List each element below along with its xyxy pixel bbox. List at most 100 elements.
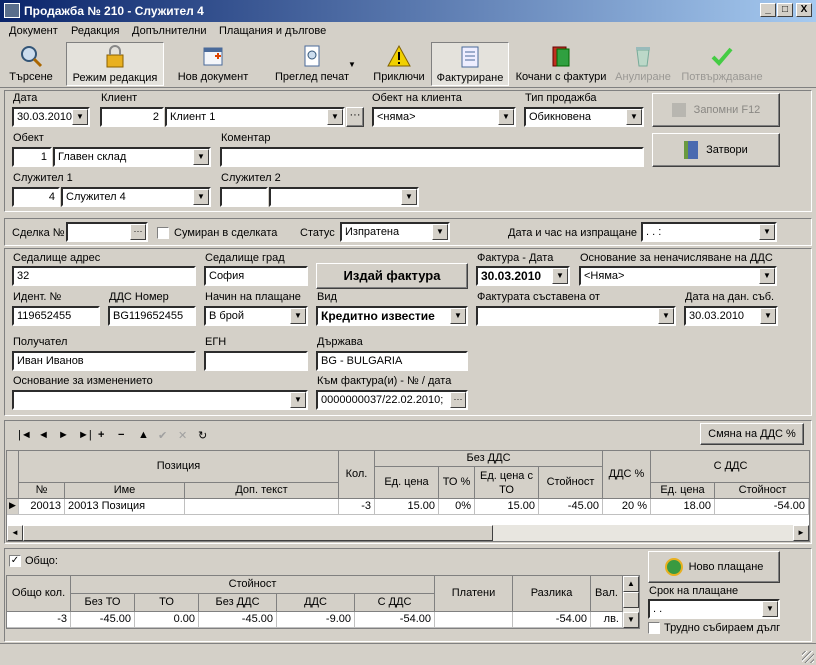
sale-type-select[interactable]: Обикновена ▼ (524, 107, 644, 127)
close-button[interactable]: Затвори (652, 133, 780, 167)
chevron-down-icon[interactable]: ▼ (762, 601, 778, 617)
new-document-button[interactable]: Нов документ (172, 42, 254, 86)
nav-up-button[interactable]: ▲ (138, 429, 149, 441)
employee2-select[interactable]: ▼ (269, 187, 419, 207)
nav-prev-button[interactable]: ◄ (38, 429, 49, 441)
client-object-select[interactable]: <няма> ▼ (372, 107, 516, 127)
invoice-date-field[interactable]: 30.03.2010 ▼ (476, 266, 570, 286)
search-button[interactable]: Търсене (4, 42, 58, 86)
chevron-down-icon[interactable]: ▼ (193, 189, 209, 205)
chevron-down-icon[interactable]: ▼ (401, 189, 417, 205)
total-checkbox[interactable]: ✓ (9, 555, 21, 567)
finish-button[interactable]: Приключи (370, 42, 428, 86)
chevron-down-icon[interactable]: ▼ (759, 224, 775, 240)
cell-no[interactable]: 20013 (19, 499, 65, 515)
horizontal-scrollbar[interactable]: ◄ ► (7, 525, 809, 541)
col-unit-vat-header[interactable]: Ед. цена (651, 483, 715, 499)
cell-unit[interactable]: 15.00 (375, 499, 439, 515)
object-id-field[interactable]: 1 (12, 147, 52, 167)
scroll-right-icon[interactable]: ► (793, 525, 809, 541)
chevron-down-icon[interactable]: ▼ (348, 60, 356, 69)
composed-by-select[interactable]: ▼ (476, 306, 676, 326)
city-field[interactable]: София (204, 266, 308, 286)
vertical-scrollbar[interactable]: ▲ ▼ (623, 576, 639, 628)
chevron-down-icon[interactable]: ▼ (290, 308, 306, 324)
issue-invoice-button[interactable]: Издай фактура (316, 263, 468, 289)
col-vatpct-header[interactable]: ДДС % (603, 451, 651, 499)
maximize-button[interactable]: □ (777, 3, 793, 17)
col-unit-to-header[interactable]: Ед. цена с ТО (475, 467, 539, 499)
invoice-type-select[interactable]: Кредитно известие ▼ (316, 306, 468, 326)
menu-payments[interactable]: Плащания и дългове (219, 25, 326, 37)
scroll-up-icon[interactable]: ▲ (623, 576, 639, 592)
close-window-button[interactable]: X (796, 3, 812, 17)
invoice-books-button[interactable]: Кочани с фактури (513, 42, 609, 86)
chevron-down-icon[interactable]: ▼ (498, 109, 514, 125)
ident-field[interactable]: 119652455 (12, 306, 100, 326)
minimize-button[interactable]: _ (760, 3, 776, 17)
invoicing-button[interactable]: Фактуриране (431, 42, 509, 86)
menu-document[interactable]: Документ (9, 25, 58, 37)
nav-cancel-button[interactable]: ✕ (178, 429, 187, 442)
client-id-field[interactable]: 2 (100, 107, 164, 127)
chevron-down-icon[interactable]: ▼ (432, 224, 448, 240)
employee1-id-field[interactable]: 4 (12, 187, 60, 207)
client-select[interactable]: Клиент 1 ▼ (165, 107, 345, 127)
scroll-thumb[interactable] (623, 592, 639, 608)
payment-method-select[interactable]: В брой ▼ (204, 306, 308, 326)
cell-name[interactable]: 20013 Позиция (65, 499, 185, 515)
summed-checkbox[interactable] (157, 227, 169, 239)
chevron-down-icon[interactable]: ▼ (759, 268, 775, 284)
col-to-header[interactable]: ТО % (439, 467, 475, 499)
to-invoice-field[interactable]: 0000000037/22.02.2010; ··· (316, 390, 468, 410)
col-value-header[interactable]: Стойност (539, 467, 603, 499)
items-grid[interactable]: Позиция № Име Доп. текст Кол. Без ДДС Ед… (6, 450, 810, 542)
chevron-down-icon[interactable]: ▼ (658, 308, 674, 324)
vat-no-field[interactable]: BG119652455 (108, 306, 196, 326)
tax-event-date-field[interactable]: 30.03.2010 ▼ (684, 306, 778, 326)
chevron-down-icon[interactable]: ▼ (327, 109, 343, 125)
date-field[interactable]: 30.03.2010 ▼ (12, 107, 90, 127)
col-name-header[interactable]: Име (65, 483, 185, 499)
scroll-thumb[interactable] (23, 525, 493, 541)
chevron-down-icon[interactable]: ▼ (72, 109, 88, 125)
chevron-down-icon[interactable]: ▼ (552, 268, 568, 284)
bad-debt-checkbox[interactable] (648, 622, 660, 634)
employee2-id-field[interactable] (220, 187, 268, 207)
deal-browse-button[interactable]: ··· (130, 224, 146, 240)
nav-add-button[interactable]: + (98, 429, 104, 441)
deal-no-field[interactable]: ··· (66, 222, 148, 242)
chevron-down-icon[interactable]: ▼ (290, 392, 306, 408)
egn-field[interactable] (204, 351, 308, 371)
status-select[interactable]: Изпратена ▼ (340, 222, 450, 242)
nav-first-button[interactable]: |◄ (18, 429, 32, 441)
print-preview-button[interactable]: Преглед печат ▼ (262, 42, 362, 86)
scroll-down-icon[interactable]: ▼ (623, 612, 639, 628)
recipient-field[interactable]: Иван Иванов (12, 351, 196, 371)
nav-delete-button[interactable]: − (118, 429, 124, 441)
chevron-down-icon[interactable]: ▼ (626, 109, 642, 125)
col-no-header[interactable]: № (19, 483, 65, 499)
confirm-button[interactable]: Потвърждаване (677, 42, 767, 86)
totals-grid[interactable]: Общо кол. Стойност Без ТО ТО Без ДДС ДДС… (6, 575, 640, 629)
country-field[interactable]: BG - BULGARIA (316, 351, 468, 371)
resize-grip-icon[interactable] (802, 651, 814, 663)
menu-additional[interactable]: Допълнителни (132, 25, 206, 37)
nav-post-button[interactable]: ✔ (158, 429, 167, 442)
new-payment-button[interactable]: Ново плащане (648, 551, 780, 583)
cancel-document-button[interactable]: Анулиране (613, 42, 673, 86)
menu-edit[interactable]: Редакция (71, 25, 119, 37)
chevron-down-icon[interactable]: ▼ (450, 308, 466, 324)
nav-last-button[interactable]: ►| (78, 429, 92, 441)
client-browse-button[interactable]: ··· (346, 107, 364, 127)
object-select[interactable]: Главен склад ▼ (53, 147, 211, 167)
chevron-down-icon[interactable]: ▼ (193, 149, 209, 165)
col-value-vat-header[interactable]: Стойност (715, 483, 809, 499)
employee1-select[interactable]: Служител 4 ▼ (61, 187, 211, 207)
save-button[interactable]: Запомни F12 (652, 93, 780, 127)
cell-value-vat[interactable]: -54.00 (715, 499, 809, 515)
nav-refresh-button[interactable]: ↻ (198, 429, 207, 442)
scroll-left-icon[interactable]: ◄ (7, 525, 23, 541)
cell-value[interactable]: -45.00 (539, 499, 603, 515)
cell-extra[interactable] (185, 499, 339, 515)
